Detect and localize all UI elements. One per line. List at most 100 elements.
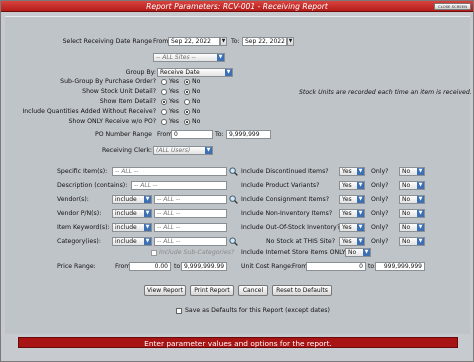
categories-mode-value: include: [115, 238, 137, 245]
group-by-label: Group By:: [125, 69, 156, 76]
receiving-clerk-value: (ALL Users): [156, 147, 191, 154]
discontinued-only-value: No: [402, 168, 411, 175]
unit-cost-range-label: Unit Cost Range:: [241, 263, 293, 270]
no-stock-only-value: No: [402, 238, 411, 245]
non-inventory-only-select[interactable]: No ▼: [399, 209, 425, 218]
no-stock-value: Yes: [342, 238, 352, 245]
filter-label-vendors: Vendor(s):: [57, 196, 89, 203]
categories-field[interactable]: -- ALL --: [154, 237, 227, 246]
po-range-label: PO Number Range: [94, 131, 152, 138]
option-label-subgroup: Sub-Group By Purchase Order?: [60, 78, 156, 85]
receive-wo-po-no-radio[interactable]: [184, 119, 190, 125]
price-to-field[interactable]: 9,999,999.99: [181, 262, 227, 271]
subgroup-no-radio[interactable]: [184, 79, 190, 85]
qty-added-no-radio[interactable]: [184, 109, 190, 115]
vendors-field[interactable]: -- ALL --: [154, 195, 227, 204]
filter-label-item-keywords: Item Keyword(s):: [57, 224, 110, 231]
chevron-down-icon: ▼: [357, 168, 364, 175]
item-detail-no-radio[interactable]: [184, 99, 190, 105]
reset-to-defaults-button[interactable]: Reset to Defaults: [272, 285, 332, 296]
unit-cost-to-field[interactable]: 999,999,999: [375, 262, 425, 271]
to-date-field[interactable]: Sep 22, 2022: [242, 37, 287, 46]
internet-store-select[interactable]: No ▼: [345, 248, 371, 257]
receiving-clerk-select[interactable]: (ALL Users) ▼: [153, 146, 213, 155]
vendor-pn-mode-select[interactable]: include ▼: [112, 209, 152, 218]
option-label-receive-wo-po: Show ONLY Receive w/o PO?: [68, 118, 156, 125]
stock-unit-no-radio[interactable]: [184, 89, 190, 95]
consignment-only-select[interactable]: No ▼: [399, 195, 425, 204]
receive-wo-po-yes-radio[interactable]: [161, 119, 167, 125]
sites-value: -- ALL Sites --: [156, 54, 196, 61]
consignment-value: Yes: [342, 196, 352, 203]
right-option-label-internet-store: Include Internet Store Items ONLY?: [241, 249, 349, 256]
search-icon[interactable]: [229, 237, 238, 246]
discontinued-select[interactable]: Yes ▼: [339, 167, 365, 176]
radio-label: No: [192, 108, 201, 115]
variants-only-select[interactable]: No ▼: [399, 181, 425, 190]
chevron-down-icon: ▼: [144, 196, 151, 203]
subgroup-yes-radio[interactable]: [161, 79, 167, 85]
search-icon[interactable]: [229, 167, 238, 176]
chevron-down-icon: ▼: [205, 147, 212, 154]
price-to-label: to: [174, 263, 181, 270]
only-label: Only?: [371, 238, 389, 245]
vendor-pn-field[interactable]: -- ALL --: [154, 209, 227, 218]
right-option-label-non-inventory: Include Non-Inventory Items?: [241, 210, 333, 217]
print-report-button[interactable]: Print Report: [190, 285, 234, 296]
right-option-label-consignment: Include Consignment Items?: [241, 196, 330, 203]
no-stock-select[interactable]: Yes ▼: [339, 237, 365, 246]
description-field[interactable]: -- ALL --: [131, 181, 227, 190]
from-date-field[interactable]: Sep 22, 2022: [168, 37, 220, 46]
vendors-mode-select[interactable]: include ▼: [112, 195, 152, 204]
chevron-down-icon: ▼: [417, 182, 424, 189]
discontinued-value: Yes: [342, 168, 352, 175]
specific-items-field[interactable]: -- ALL --: [112, 167, 227, 176]
item-detail-yes-radio[interactable]: [161, 99, 167, 105]
from-date-dropdown[interactable]: ▼: [220, 37, 227, 46]
radio-label: Yes: [169, 118, 179, 125]
view-report-button[interactable]: View Report: [144, 285, 186, 296]
non-inventory-only-value: No: [402, 210, 411, 217]
qty-added-yes-radio[interactable]: [161, 109, 167, 115]
po-to-field[interactable]: 9,999,999: [226, 130, 271, 139]
to-date-dropdown[interactable]: ▼: [287, 37, 294, 46]
price-from-field[interactable]: 0.00: [129, 262, 171, 271]
close-screen-button[interactable]: CLOSE SCREEN: [434, 2, 471, 10]
status-bar: Enter parameter values and options for t…: [18, 337, 458, 348]
cancel-button[interactable]: Cancel: [238, 285, 268, 296]
discontinued-only-select[interactable]: No ▼: [399, 167, 425, 176]
no-stock-only-select[interactable]: No ▼: [399, 237, 425, 246]
radio-label: No: [192, 78, 201, 85]
filter-label-categories: Category(ies):: [57, 238, 101, 245]
item-keywords-mode-select[interactable]: include ▼: [112, 223, 152, 232]
stock-unit-yes-radio[interactable]: [161, 89, 167, 95]
radio-label: No: [192, 98, 201, 105]
chevron-down-icon: ▼: [144, 224, 151, 231]
variants-select[interactable]: Yes ▼: [339, 181, 365, 190]
sites-select[interactable]: -- ALL Sites -- ▼: [153, 53, 225, 62]
parameters-panel: Select Receiving Date Range From: Sep 22…: [5, 16, 472, 334]
save-defaults-checkbox[interactable]: [176, 308, 182, 314]
non-inventory-select[interactable]: Yes ▼: [339, 209, 365, 218]
option-label-stock-unit: Show Stock Unit Detail?: [82, 88, 156, 95]
categories-mode-select[interactable]: include ▼: [112, 237, 152, 246]
right-option-label-out-of-stock: Include Out-Of-Stock Inventory?: [241, 224, 340, 231]
group-by-select[interactable]: Receive Date ▼: [157, 68, 233, 77]
receiving-clerk-label: Receiving Clerk:: [101, 147, 152, 154]
radio-label: No: [192, 88, 201, 95]
item-keywords-field[interactable]: -- ALL --: [154, 223, 227, 232]
report-parameters-window: Report Parameters: RCV-001 - Receiving R…: [0, 0, 474, 362]
consignment-select[interactable]: Yes ▼: [339, 195, 365, 204]
chevron-down-icon: ▼: [357, 182, 364, 189]
po-from-field[interactable]: 0: [171, 130, 213, 139]
sub-categories-checkbox[interactable]: [151, 250, 157, 256]
chevron-down-icon: ▼: [217, 54, 224, 61]
internet-store-value: No: [348, 249, 357, 256]
right-option-label-discontinued: Include Discontinued Items?: [241, 168, 329, 175]
option-label-item-detail: Show Item Detail?: [99, 98, 156, 105]
search-icon[interactable]: [229, 195, 238, 204]
out-of-stock-only-select[interactable]: No ▼: [399, 223, 425, 232]
date-range-label: Select Receiving Date Range: [62, 38, 152, 45]
out-of-stock-select[interactable]: Yes ▼: [339, 223, 365, 232]
unit-cost-from-field[interactable]: 0: [306, 262, 366, 271]
